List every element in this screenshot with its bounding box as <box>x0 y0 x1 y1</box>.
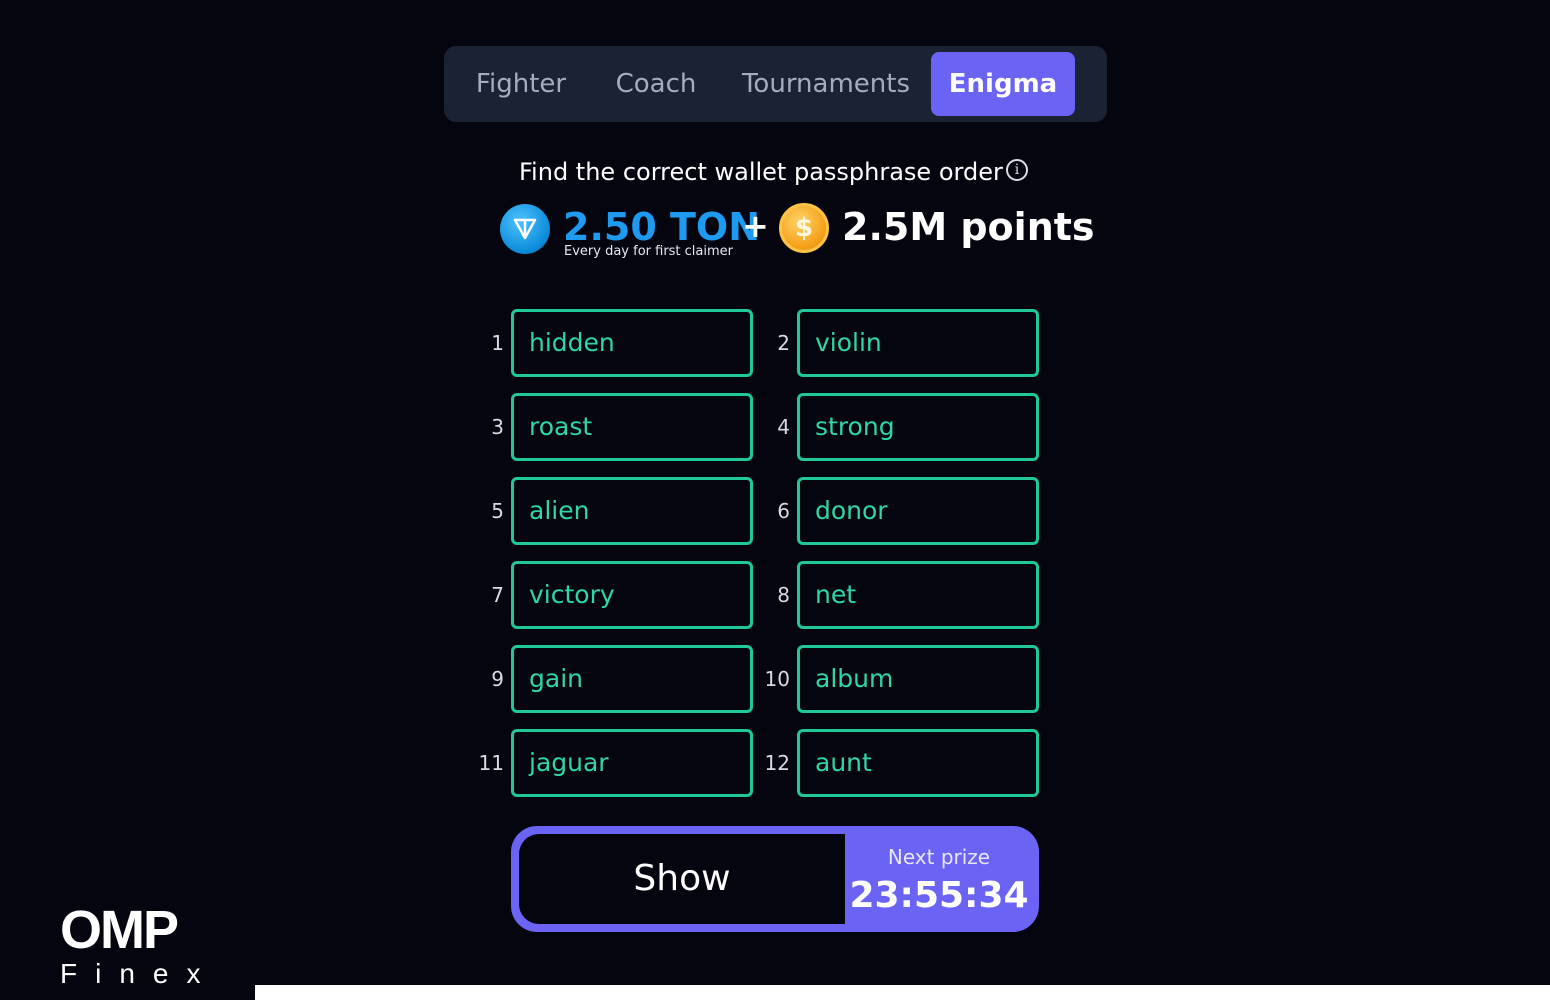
bottom-strip <box>255 985 1550 1000</box>
tab-enigma[interactable]: Enigma <box>931 52 1075 116</box>
tab-fighter[interactable]: Fighter <box>466 52 576 116</box>
plus-sign: + <box>742 207 769 245</box>
coin-icon: $ <box>779 203 829 253</box>
word-field[interactable]: strong <box>797 393 1039 461</box>
word-number: 6 <box>777 499 790 523</box>
show-button[interactable]: Show <box>519 834 845 924</box>
show-panel: Show Next prize 23:55:34 <box>511 826 1039 932</box>
enigma-screen: Fighter Coach Tournaments Enigma Find th… <box>0 0 1550 1000</box>
word-number: 9 <box>491 667 504 691</box>
page-title: Find the correct wallet passphrase order <box>519 158 1003 186</box>
word-number: 8 <box>777 583 790 607</box>
word-field[interactable]: alien <box>511 477 753 545</box>
ton-subtitle: Every day for first claimer <box>564 244 734 259</box>
word-number: 10 <box>764 667 790 691</box>
word-field[interactable]: hidden <box>511 309 753 377</box>
word-number: 3 <box>491 415 504 439</box>
next-prize-timer: 23:55:34 <box>849 875 1029 916</box>
word-number: 2 <box>777 331 790 355</box>
word-number: 11 <box>478 751 504 775</box>
word-number: 7 <box>491 583 504 607</box>
word-field[interactable]: jaguar <box>511 729 753 797</box>
points-amount: 2.5M points <box>842 205 1095 249</box>
word-field[interactable]: victory <box>511 561 753 629</box>
word-field[interactable]: roast <box>511 393 753 461</box>
tab-bar: Fighter Coach Tournaments Enigma <box>444 46 1107 122</box>
word-field[interactable]: violin <box>797 309 1039 377</box>
info-icon[interactable]: i <box>1006 159 1028 181</box>
tab-tournaments[interactable]: Tournaments <box>740 52 912 116</box>
word-field[interactable]: net <box>797 561 1039 629</box>
word-number: 5 <box>491 499 504 523</box>
ton-icon <box>500 204 550 254</box>
finex-logo: Finex <box>60 958 219 989</box>
word-number: 1 <box>491 331 504 355</box>
tab-coach[interactable]: Coach <box>608 52 704 116</box>
word-number: 4 <box>777 415 790 439</box>
word-field[interactable]: donor <box>797 477 1039 545</box>
word-field[interactable]: album <box>797 645 1039 713</box>
word-number: 12 <box>764 751 790 775</box>
omp-logo: OMP <box>60 900 179 960</box>
next-prize-label: Next prize <box>887 845 991 869</box>
word-field[interactable]: gain <box>511 645 753 713</box>
ton-diamond-icon <box>513 218 537 240</box>
word-field[interactable]: aunt <box>797 729 1039 797</box>
